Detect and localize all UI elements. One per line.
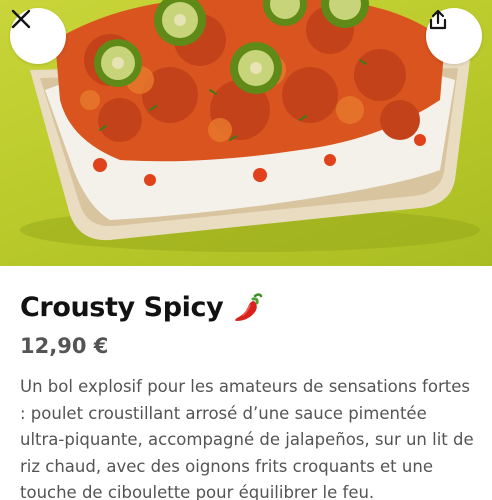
chili-pepper-icon	[235, 293, 263, 321]
item-description: Un bol explosif pour les amateurs de sen…	[20, 377, 474, 500]
share-icon	[429, 9, 447, 30]
close-icon	[11, 9, 31, 29]
food-bowl-illustration	[20, 0, 480, 252]
item-title: Crousty Spicy	[20, 291, 224, 323]
item-price: 12,90 €	[20, 334, 109, 358]
title-row: Crousty Spicy	[20, 286, 476, 328]
share-button[interactable]	[426, 8, 482, 64]
close-button[interactable]	[10, 8, 66, 64]
item-details: Crousty Spicy 12,90 € Un bol explosif po…	[20, 286, 476, 500]
item-hero-image	[0, 0, 492, 266]
